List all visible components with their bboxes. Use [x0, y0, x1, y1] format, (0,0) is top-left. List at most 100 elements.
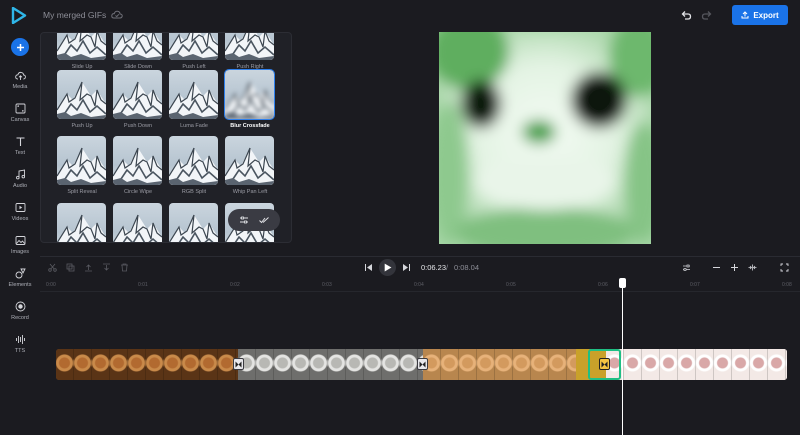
transition-tile[interactable] — [113, 203, 162, 242]
move-down-icon[interactable] — [102, 263, 111, 272]
bowtie-transition-icon — [601, 361, 608, 367]
left-sidebar: Media Canvas Text Audio Videos Images El… — [0, 32, 40, 435]
clip-frame — [164, 349, 182, 380]
transition-label: RGB Split — [181, 189, 207, 195]
transition-tile[interactable] — [169, 136, 218, 185]
video-preview[interactable] — [439, 32, 651, 244]
sidebar-item-record[interactable]: Record — [0, 301, 40, 329]
sidebar-item-elements[interactable]: Elements — [0, 268, 40, 296]
mountain-thumbnail — [57, 147, 106, 185]
clip-frame — [274, 349, 292, 380]
clip-frame — [346, 349, 364, 380]
transition-marker-3-selected[interactable] — [599, 358, 610, 370]
transition-tile[interactable] — [113, 33, 162, 60]
music-note-icon — [15, 169, 25, 180]
move-up-icon[interactable] — [84, 263, 93, 272]
record-icon — [15, 301, 25, 312]
transition-marker-1[interactable] — [233, 358, 244, 370]
transition-tile[interactable] — [169, 203, 218, 242]
zoom-in-icon[interactable] — [730, 263, 739, 272]
trash-icon[interactable] — [120, 263, 129, 272]
export-button[interactable]: Export — [732, 5, 788, 25]
clip-frame — [92, 349, 110, 380]
sidebar-item-videos[interactable]: Videos — [0, 202, 40, 230]
scissors-icon[interactable] — [48, 263, 57, 272]
clip-kittens-gif[interactable] — [238, 349, 436, 380]
sidebar-item-media[interactable]: Media — [0, 70, 40, 98]
clip-frame — [642, 349, 660, 380]
current-time: 0:06.23 — [421, 263, 447, 272]
time-ruler[interactable]: 0:00 0:01 0:02 0:03 0:04 0:05 0:06 0:07 0:08 — [40, 278, 800, 292]
panel-toolbar — [228, 209, 280, 231]
mountain-thumbnail — [169, 81, 218, 119]
fit-timeline-icon[interactable] — [748, 263, 757, 272]
mountain-thumbnail — [57, 214, 106, 242]
transition-tile[interactable] — [57, 203, 106, 242]
mountain-thumbnail — [113, 81, 162, 119]
timeline[interactable]: 0:00 0:01 0:02 0:03 0:04 0:05 0:06 0:07 0:08 — [40, 278, 800, 435]
mountain-thumbnail — [113, 214, 162, 242]
playhead-line[interactable] — [622, 284, 623, 435]
apply-all-check-icon[interactable] — [259, 215, 269, 225]
export-upload-icon — [741, 11, 749, 19]
transition-tile[interactable] — [113, 70, 162, 119]
project-title[interactable]: My merged GIFs — [43, 10, 106, 20]
clip-frame — [768, 349, 786, 380]
mountain-thumbnail — [169, 33, 218, 60]
plus-icon — [16, 43, 24, 51]
adjust-sliders-icon[interactable] — [239, 215, 249, 225]
mountain-thumbnail — [169, 147, 218, 185]
skip-forward-icon[interactable] — [402, 263, 411, 272]
transition-label: Blur Crossfade — [230, 123, 270, 129]
playhead-handle[interactable] — [619, 278, 626, 288]
redo-icon[interactable] — [701, 9, 713, 21]
clip-frame — [441, 349, 459, 380]
skip-back-icon[interactable] — [364, 263, 373, 272]
transition-label: Circle Wipe — [123, 189, 153, 195]
transition-label: Push Down — [123, 123, 153, 129]
clip-frame — [495, 349, 513, 380]
transition-tile[interactable] — [169, 70, 218, 119]
clip-frame — [477, 349, 495, 380]
add-media-button[interactable] — [11, 38, 29, 56]
clip-frame — [732, 349, 750, 380]
clip-frame — [200, 349, 218, 380]
clip-frame — [513, 349, 531, 380]
sidebar-item-audio[interactable]: Audio — [0, 169, 40, 197]
clip-frame — [714, 349, 732, 380]
transition-tile[interactable] — [57, 136, 106, 185]
bowtie-transition-icon — [235, 361, 242, 367]
fullscreen-icon[interactable] — [780, 263, 789, 272]
timeline-settings-icon[interactable] — [682, 263, 691, 272]
app-logo-icon[interactable] — [11, 7, 27, 24]
transition-tile[interactable] — [113, 136, 162, 185]
mountain-thumbnail — [225, 33, 274, 60]
sidebar-item-text[interactable]: Text — [0, 136, 40, 164]
transition-tile[interactable] — [225, 136, 274, 185]
play-button[interactable] — [379, 259, 396, 276]
transition-tile[interactable] — [57, 33, 106, 60]
sidebar-item-canvas[interactable]: Canvas — [0, 103, 40, 131]
transition-label: Push Up — [71, 123, 93, 129]
ruler-tick: 0:00 — [46, 282, 56, 288]
transition-tile[interactable] — [225, 33, 274, 60]
image-icon — [15, 236, 25, 245]
transition-tile[interactable] — [169, 33, 218, 60]
undo-icon[interactable] — [680, 9, 692, 21]
transitions-panel: Slide Up Slide Down Push Left Push Right Pus… — [40, 32, 292, 243]
duplicate-icon[interactable] — [66, 263, 75, 272]
ruler-tick: 0:04 — [414, 282, 424, 288]
transition-tile[interactable] — [224, 69, 275, 120]
sidebar-item-tts[interactable]: TTS — [0, 334, 40, 362]
clip-frame — [328, 349, 346, 380]
transition-tile[interactable] — [57, 70, 106, 119]
bowtie-transition-icon — [419, 361, 426, 367]
zoom-out-icon[interactable] — [712, 263, 721, 272]
editor-app: My merged GIFs Export Media Canvas Text … — [0, 0, 800, 435]
clip-orange-cat-gif[interactable] — [423, 349, 585, 380]
sidebar-item-images[interactable]: Images — [0, 235, 40, 263]
clip-frame — [382, 349, 400, 380]
clip-white-cat-gif[interactable] — [606, 349, 787, 380]
transition-marker-2[interactable] — [417, 358, 428, 370]
clip-cookie-gif[interactable] — [56, 349, 254, 380]
